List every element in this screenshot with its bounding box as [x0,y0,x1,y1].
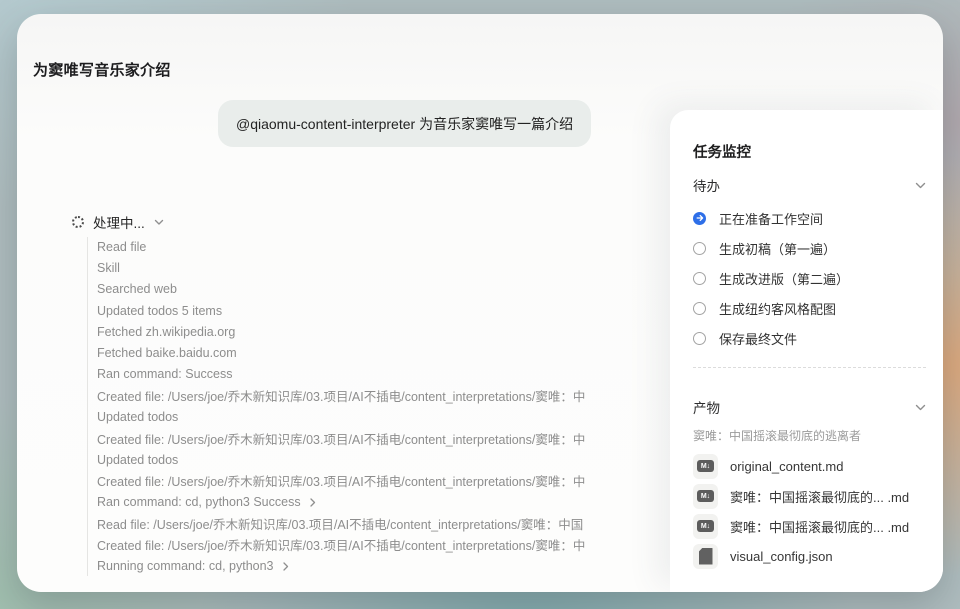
chevron-down-icon [915,404,926,411]
markdown-file-icon: M↓ [693,514,718,539]
todo-status-active-icon [693,212,706,225]
task-monitor-title: 任务监控 [693,141,751,162]
log-row: Fetched baike.baidu.com [97,342,655,363]
log-row: Skill [97,257,655,278]
file-item[interactable]: visual_config.json [693,541,937,571]
log-text: Updated todos [97,453,178,467]
todo-section-label: 待办 [693,175,720,195]
log-row: Updated todos 5 items [97,300,655,321]
log-text: Running command: cd, python3 [97,559,274,573]
markdown-file-icon: M↓ [693,484,718,509]
file-name: 窦唯：中国摇滚最彻底的... .md [730,487,909,506]
user-message-text: @qiaomu-content-interpreter 为音乐家窦唯写一篇介绍 [236,114,573,134]
artifact-file-list: M↓ original_content.md M↓ 窦唯：中国摇滚最彻底的... .m… [693,451,937,571]
processing-status-header[interactable]: 处理中... [72,212,164,232]
file-name: original_content.md [730,459,843,474]
log-row[interactable]: Ran command: cd, python3 Success [97,492,655,513]
file-item[interactable]: M↓ 窦唯：中国摇滚最彻底的... .md [693,481,937,511]
app-window: 为窦唯写音乐家介绍 @qiaomu-content-interpreter 为音… [17,14,943,592]
todo-item: 生成初稿（第一遍） [693,233,933,263]
todo-label: 生成纽约客风格配图 [719,299,836,318]
todo-status-pending-icon [693,242,706,255]
log-row: Created file: /Users/joe/乔木新知识库/03.项目/AI… [97,385,655,406]
artifacts-section-header[interactable]: 产物 [693,397,926,417]
log-row[interactable]: Running command: cd, python3 [97,555,655,576]
log-text: Fetched zh.wikipedia.org [97,325,235,339]
log-row: Read file: /Users/joe/乔木新知识库/03.项目/AI不插电… [97,513,655,534]
todo-status-pending-icon [693,302,706,315]
markdown-badge-icon: M↓ [697,490,714,502]
todo-label: 正在准备工作空间 [719,209,823,228]
log-text: Skill [97,261,120,275]
desktop-background: 为窦唯写音乐家介绍 @qiaomu-content-interpreter 为音… [0,0,960,609]
chevron-down-icon [154,219,164,226]
markdown-file-icon: M↓ [693,454,718,479]
log-row: Updated todos [97,406,655,427]
file-item[interactable]: M↓ original_content.md [693,451,937,481]
todo-section-header[interactable]: 待办 [693,175,926,195]
log-thread-rail [87,237,88,576]
log-text: Ran command: Success [97,367,232,381]
todo-item: 保存最终文件 [693,323,933,353]
json-file-icon [693,544,718,569]
log-text: Created file: /Users/joe/乔木新知识库/03.项目/AI… [97,386,585,405]
todo-label: 保存最终文件 [719,329,797,348]
artifacts-section-label: 产物 [693,397,720,417]
log-row: Updated todos [97,449,655,470]
log-text: Fetched baike.baidu.com [97,346,237,360]
todo-status-pending-icon [693,332,706,345]
log-text: Ran command: cd, python3 Success [97,495,301,509]
log-text: Created file: /Users/joe/乔木新知识库/03.项目/AI… [97,535,585,554]
artifacts-subtitle: 窦唯：中国摇滚最彻底的逃离者 [693,427,861,444]
log-text: Read file [97,240,146,254]
log-row: Created file: /Users/joe/乔木新知识库/03.项目/AI… [97,428,655,449]
log-text: Updated todos 5 items [97,304,222,318]
task-monitor-panel: 任务监控 待办 正在准备工作空间生成初稿（第一遍） 生成改进版（第二遍） 生成纽约客… [670,110,943,592]
file-item[interactable]: M↓ 窦唯：中国摇滚最彻底的... .md [693,511,937,541]
file-page-icon [699,548,713,565]
todo-item: 正在准备工作空间 [693,203,933,233]
log-row: Read file [97,236,655,257]
todo-label: 生成改进版（第二遍） [719,269,849,288]
tool-log-list: Read file Skill Searched web Updated todos … [97,236,655,577]
file-name: 窦唯：中国摇滚最彻底的... .md [730,517,909,536]
section-divider [693,367,926,368]
markdown-badge-icon: M↓ [697,460,714,472]
todo-status-pending-icon [693,272,706,285]
todo-item: 生成改进版（第二遍） [693,263,933,293]
processing-status-label: 处理中... [93,212,145,232]
chevron-right-icon [310,498,316,507]
log-row: Created file: /Users/joe/乔木新知识库/03.项目/AI… [97,534,655,555]
log-text: Created file: /Users/joe/乔木新知识库/03.项目/AI… [97,429,585,448]
file-name: visual_config.json [730,549,833,564]
log-text: Created file: /Users/joe/乔木新知识库/03.项目/AI… [97,471,585,490]
log-row: Created file: /Users/joe/乔木新知识库/03.项目/AI… [97,470,655,491]
user-message-bubble: @qiaomu-content-interpreter 为音乐家窦唯写一篇介绍 [218,100,591,147]
log-row: Fetched zh.wikipedia.org [97,321,655,342]
chevron-right-icon [283,562,289,571]
log-row: Searched web [97,279,655,300]
todo-label: 生成初稿（第一遍） [719,239,836,258]
page-title: 为窦唯写音乐家介绍 [33,59,171,80]
log-row: Ran command: Success [97,364,655,385]
log-text: Searched web [97,282,177,296]
spinner-icon [72,216,84,228]
todo-list: 正在准备工作空间生成初稿（第一遍） 生成改进版（第二遍） 生成纽约客风格配图保存最终… [693,203,933,353]
todo-item: 生成纽约客风格配图 [693,293,933,323]
chevron-down-icon [915,182,926,189]
log-text: Read file: /Users/joe/乔木新知识库/03.项目/AI不插电… [97,514,583,533]
markdown-badge-icon: M↓ [697,520,714,532]
log-text: Updated todos [97,410,178,424]
